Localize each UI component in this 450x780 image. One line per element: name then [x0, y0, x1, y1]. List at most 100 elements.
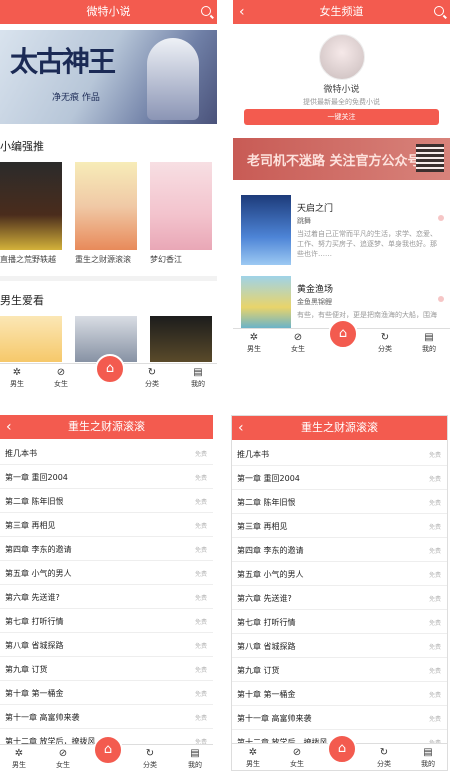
female-icon: ⊘ [293, 332, 303, 343]
chapter-row[interactable]: 第九章 订货 免费 [232, 658, 447, 682]
tab-label: 男生 [12, 761, 26, 769]
chapter-row[interactable]: 第七章 打听行情 免费 [232, 610, 447, 634]
chapter-row[interactable]: 推几本书 免费 [232, 442, 447, 466]
tab-mine[interactable]: ▤ 我的 [413, 747, 443, 769]
free-badge: 免费 [194, 571, 207, 578]
book-cover [0, 316, 62, 362]
tab-male[interactable]: ✲ 男生 [2, 367, 32, 389]
chapter-row[interactable]: 第九章 订货 免费 [0, 657, 213, 681]
tab-female[interactable]: ⊘ 女生 [282, 747, 312, 769]
tab-label: 分类 [143, 761, 157, 769]
promo-banner[interactable]: 老司机不迷路 关注官方公众号 [233, 138, 450, 180]
tab-category[interactable]: ↻ 分类 [135, 748, 165, 770]
book-author: 金鱼黑锦鲤 [297, 298, 332, 306]
bottom-tab-bar: ✲ 男生 ⊘ 女生 ⌂ ↻ 分类 ▤ 我的 [0, 354, 217, 390]
book-card[interactable]: 梦幻香江 [150, 162, 212, 265]
profile-icon: ▤ [424, 332, 434, 343]
home-button[interactable]: ⌂ [327, 734, 357, 764]
book-cover [241, 195, 291, 265]
book-card[interactable]: 直播之荒野轶越 [0, 162, 62, 265]
male-icon: ✲ [14, 748, 24, 759]
chapter-row[interactable]: 第三章 再相见 免费 [0, 513, 213, 537]
chapter-row[interactable]: 第十章 第一桶金 免费 [0, 681, 213, 705]
home-button[interactable]: ⌂ [93, 735, 123, 765]
book-card[interactable]: 重生之财源滚滚 [75, 162, 137, 265]
tab-mine[interactable]: ▤ 我的 [180, 748, 210, 770]
chapter-row[interactable]: 第十一章 高富帅来袭 免费 [0, 705, 213, 729]
featured-banner[interactable]: 太古神王 净无痕 作品 [0, 30, 217, 124]
back-icon[interactable]: ‹ [6, 415, 12, 439]
chapter-row[interactable]: 推几本书 免费 [0, 441, 213, 465]
chapter-row[interactable]: 第二章 陈年旧恨 免费 [0, 489, 213, 513]
chapter-title: 第十一章 高富帅来袭 [237, 714, 312, 723]
chapter-row[interactable]: 第二章 陈年旧恨 免费 [232, 490, 447, 514]
chapter-title: 第四章 李东的邀请 [237, 546, 304, 555]
book-title: 天启之门 [297, 204, 334, 214]
tab-male[interactable]: ✲ 男生 [239, 332, 269, 354]
free-badge: 免费 [428, 572, 441, 579]
status-dot [438, 215, 444, 221]
chapter-title: 第八章 省城探路 [237, 642, 296, 651]
chapter-row[interactable]: 第一章 重回2004 免费 [232, 466, 447, 490]
chapter-row[interactable]: 第三章 再相见 免费 [232, 514, 447, 538]
page-title: 女生频道 [319, 5, 364, 18]
chapter-row[interactable]: 第十一章 高富帅来袭 免费 [232, 706, 447, 730]
free-badge: 免费 [194, 547, 207, 554]
tab-female[interactable]: ⊘ 女生 [283, 332, 313, 354]
bottom-tab-bar: ✲ 男生 ⊘ 女生 ⌂ ↻ 分类 ▤ 我的 [233, 319, 450, 355]
tab-label: 女生 [56, 761, 70, 769]
chapter-row[interactable]: 第六章 先送谁? 免费 [0, 585, 213, 609]
tab-mine[interactable]: ▤ 我的 [183, 367, 213, 389]
home-button[interactable]: ⌂ [95, 354, 125, 384]
book-card[interactable] [0, 316, 62, 362]
tab-male[interactable]: ✲ 男生 [238, 747, 268, 769]
back-icon[interactable]: ‹ [239, 0, 245, 24]
follow-button[interactable]: 一键关注 [244, 109, 439, 125]
tab-label: 分类 [377, 760, 391, 768]
search-icon[interactable] [434, 6, 444, 16]
app-header: ‹ 重生之财源滚滚 [232, 416, 447, 440]
app-title: 微特小说 [86, 5, 131, 18]
section-title-recommend: 小编强推 [0, 140, 44, 153]
tab-mine[interactable]: ▤ 我的 [414, 332, 444, 354]
list-item[interactable]: 天启之门 跳舞 当过着自己正常而平凡的生活，求学、恋爱、工作、努力买房子、追逐梦… [241, 195, 446, 271]
book-name: 直播之荒野轶越 [0, 255, 56, 264]
chapter-title: 第九章 订货 [237, 666, 280, 675]
back-icon[interactable]: ‹ [238, 416, 244, 440]
chapter-row[interactable]: 第四章 李东的邀请 免费 [0, 537, 213, 561]
search-icon[interactable] [201, 6, 211, 16]
chapter-row[interactable]: 第六章 先送谁? 免费 [232, 586, 447, 610]
home-icon: ⌂ [103, 742, 113, 757]
tab-category[interactable]: ↻ 分类 [369, 747, 399, 769]
chapter-row[interactable]: 第八章 省城探路 免费 [232, 634, 447, 658]
tab-male[interactable]: ✲ 男生 [4, 748, 34, 770]
chapter-row[interactable]: 第八章 省城探路 免费 [0, 633, 213, 657]
app-header: ‹ 女生频道 [233, 0, 450, 24]
chapter-row[interactable]: 第七章 打听行情 免费 [0, 609, 213, 633]
home-button[interactable]: ⌂ [328, 319, 358, 349]
profile-icon: ▤ [423, 747, 433, 758]
chapter-row[interactable]: 第四章 李东的邀请 免费 [232, 538, 447, 562]
refresh-icon: ↻ [379, 747, 389, 758]
chapter-title: 第八章 省城探路 [5, 641, 64, 650]
tab-female[interactable]: ⊘ 女生 [46, 367, 76, 389]
chapter-title: 推几本书 [5, 449, 37, 458]
status-dot [438, 296, 444, 302]
tab-female[interactable]: ⊘ 女生 [48, 748, 78, 770]
chapter-title: 第二章 陈年旧恨 [237, 498, 296, 507]
tab-category[interactable]: ↻ 分类 [137, 367, 167, 389]
profile-icon: ▤ [190, 748, 200, 759]
chapter-row[interactable]: 第一章 重回2004 免费 [0, 465, 213, 489]
chapter-title: 第三章 再相见 [237, 522, 288, 531]
chapter-title: 第四章 李东的邀请 [5, 545, 72, 554]
chapter-row[interactable]: 第十章 第一桶金 免费 [232, 682, 447, 706]
section-title-male: 男生爱看 [0, 294, 44, 307]
tab-category[interactable]: ↻ 分类 [370, 332, 400, 354]
free-badge: 免费 [194, 667, 207, 674]
tab-label: 分类 [145, 380, 159, 388]
book-card[interactable] [150, 316, 212, 362]
page-title: 重生之财源滚滚 [301, 421, 378, 434]
chapter-row[interactable]: 第五章 小气的男人 免费 [232, 562, 447, 586]
chapter-title: 第三章 再相见 [5, 521, 56, 530]
chapter-row[interactable]: 第五章 小气的男人 免费 [0, 561, 213, 585]
